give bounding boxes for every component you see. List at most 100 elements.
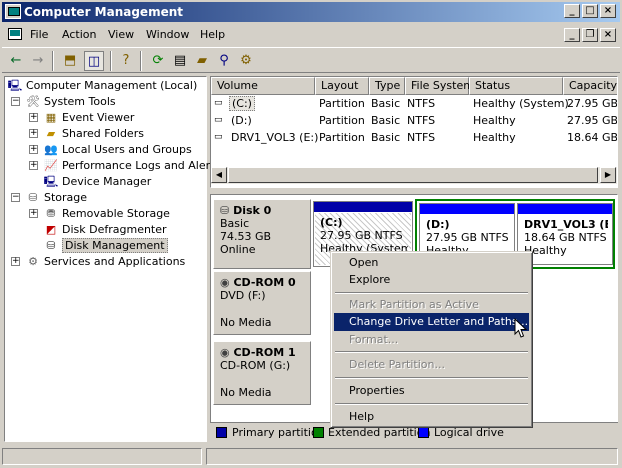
tree-item-local-users[interactable]: 👥 Local Users and Groups: [43, 142, 192, 158]
users-icon: 👥: [44, 143, 58, 156]
tree-item-system-tools[interactable]: 🛠 System Tools: [25, 94, 116, 110]
expand-icon[interactable]: +: [11, 257, 20, 266]
column-header-volume[interactable]: Volume: [211, 77, 315, 95]
disk-type: Basic: [220, 217, 250, 230]
menu-item-change-drive-letter[interactable]: Change Drive Letter and Paths...: [334, 313, 529, 331]
expand-icon[interactable]: +: [29, 129, 38, 138]
status-bar: [2, 446, 620, 466]
title-bar[interactable]: Computer Management _ □ ×: [2, 2, 620, 22]
cdrom-0-info[interactable]: ◉ CD-ROM 0 DVD (F:) No Media: [213, 271, 311, 335]
primary-partition-swatch: [216, 427, 227, 438]
volume-list[interactable]: Volume Layout Type File System Status Ca…: [210, 76, 618, 188]
partition-size: 27.95 GB NTFS: [426, 231, 509, 244]
window-title: Computer Management: [24, 5, 183, 19]
child-restore-button[interactable]: ❐: [582, 28, 598, 42]
open-folder-icon[interactable]: ▰: [192, 51, 212, 71]
collapse-icon[interactable]: −: [11, 97, 20, 106]
column-header-layout[interactable]: Layout: [315, 77, 369, 95]
menu-item-mark-active[interactable]: Mark Partition as Active: [334, 296, 529, 314]
disk-management-icon: ⛁: [46, 239, 56, 252]
volume-type: Basic: [371, 97, 401, 110]
column-header-capacity[interactable]: Capacity: [563, 77, 617, 95]
shared-folder-icon: ▰: [46, 127, 56, 140]
expand-icon[interactable]: +: [29, 145, 38, 154]
partition-label: (D:): [426, 218, 450, 231]
tree-item-perf-logs[interactable]: 📈 Performance Logs and Alerts: [43, 158, 220, 174]
maximize-button[interactable]: □: [582, 4, 598, 18]
volume-status: Healthy: [473, 131, 516, 144]
tree-label: Shared Folders: [62, 127, 144, 140]
tree-item-device-manager[interactable]: 🖳 Device Manager: [43, 174, 152, 190]
tree-label: Storage: [44, 191, 88, 204]
column-header-status[interactable]: Status: [469, 77, 563, 95]
back-arrow-icon[interactable]: ←: [6, 51, 26, 71]
child-window-icon[interactable]: [8, 28, 22, 40]
mouse-cursor-icon: [514, 318, 528, 338]
tree-label: Removable Storage: [62, 207, 170, 220]
tree-label: Computer Management (Local): [26, 79, 198, 92]
tree-label: Local Users and Groups: [62, 143, 192, 156]
menu-file[interactable]: File: [30, 28, 48, 41]
partition-text: DRV1_VOL3 (E:) 18.64 GB NTFS Healthy: [524, 218, 608, 257]
tree-item-disk-defragmenter[interactable]: ◩ Disk Defragmenter: [43, 222, 167, 238]
forward-arrow-icon[interactable]: →: [28, 51, 48, 71]
tree-item-services-apps[interactable]: ⚙ Services and Applications: [25, 254, 185, 270]
up-folder-icon[interactable]: ⬒: [60, 51, 80, 71]
close-button[interactable]: ×: [600, 4, 616, 18]
expand-icon[interactable]: +: [29, 113, 38, 122]
partition-size: 27.95 GB NTFS: [320, 229, 403, 242]
removable-storage-icon: ⛃: [46, 207, 56, 220]
refresh-icon[interactable]: ⟳: [148, 51, 168, 71]
expand-icon[interactable]: +: [29, 161, 38, 170]
partition-status: Healthy: [524, 244, 567, 257]
column-header-file-system[interactable]: File System: [405, 77, 474, 95]
child-close-button[interactable]: ×: [600, 28, 616, 42]
menu-item-delete-partition[interactable]: Delete Partition...: [334, 356, 529, 374]
menu-item-properties[interactable]: Properties: [334, 382, 529, 400]
cdrom-1-info[interactable]: ◉ CD-ROM 1 CD-ROM (G:) No Media: [213, 341, 311, 405]
show-hide-tree-icon[interactable]: ◫: [84, 51, 104, 71]
menu-help[interactable]: Help: [200, 28, 225, 41]
menu-window[interactable]: Window: [146, 28, 189, 41]
volume-name: DRV1_VOL3 (E:): [231, 131, 319, 144]
volume-capacity: 27.95 GB: [567, 97, 618, 110]
services-icon: ⚙: [28, 255, 38, 268]
properties-icon[interactable]: ▤: [170, 51, 190, 71]
settings-icon[interactable]: ⚙: [236, 51, 256, 71]
cdrom-type: DVD (F:): [220, 289, 266, 302]
console-tree[interactable]: 🖳 Computer Management (Local) − 🛠 System T…: [4, 76, 220, 442]
tree-item-shared-folders[interactable]: ▰ Shared Folders: [43, 126, 144, 142]
tree-item-disk-management[interactable]: ⛁ Disk Management: [43, 238, 168, 254]
performance-icon: 📈: [44, 159, 58, 172]
scroll-right-icon[interactable]: ▶: [600, 167, 616, 183]
column-header-type[interactable]: Type: [369, 77, 405, 95]
minimize-button[interactable]: _: [564, 4, 580, 18]
menu-item-explore[interactable]: Explore: [334, 271, 529, 289]
menu-action[interactable]: Action: [62, 28, 96, 41]
menu-item-help[interactable]: Help: [334, 408, 529, 426]
menu-separator: [335, 377, 528, 379]
tree-item-event-viewer[interactable]: ▦ Event Viewer: [43, 110, 135, 126]
defragmenter-icon: ◩: [45, 223, 57, 236]
tree-item-storage[interactable]: ⛁ Storage: [25, 190, 87, 206]
cdrom-status: No Media: [220, 316, 272, 329]
child-minimize-button[interactable]: _: [564, 28, 580, 42]
tree-item-root[interactable]: 🖳 Computer Management (Local): [7, 78, 198, 94]
help-icon[interactable]: ?: [116, 51, 136, 71]
tree-label: Disk Defragmenter: [62, 223, 167, 236]
scroll-left-icon[interactable]: ◀: [211, 167, 227, 183]
collapse-icon[interactable]: −: [11, 193, 20, 202]
disk-0-info[interactable]: ⛁ Disk 0 Basic 74.53 GB Online: [213, 199, 311, 269]
menu-separator: [335, 403, 528, 405]
menu-item-open[interactable]: Open: [334, 254, 529, 272]
scrollbar-thumb[interactable]: [228, 167, 598, 183]
search-icon[interactable]: ⚲: [214, 51, 234, 71]
menu-item-format[interactable]: Format...: [334, 331, 529, 349]
expand-icon[interactable]: +: [29, 209, 38, 218]
volume-status: Healthy: [473, 114, 516, 127]
menu-view[interactable]: View: [108, 28, 134, 41]
tree-label: Event Viewer: [62, 111, 135, 124]
cdrom-name: CD-ROM 1: [233, 346, 296, 359]
horizontal-scrollbar[interactable]: ◀ ▶: [211, 167, 617, 184]
tree-item-removable-storage[interactable]: ⛃ Removable Storage: [43, 206, 170, 222]
